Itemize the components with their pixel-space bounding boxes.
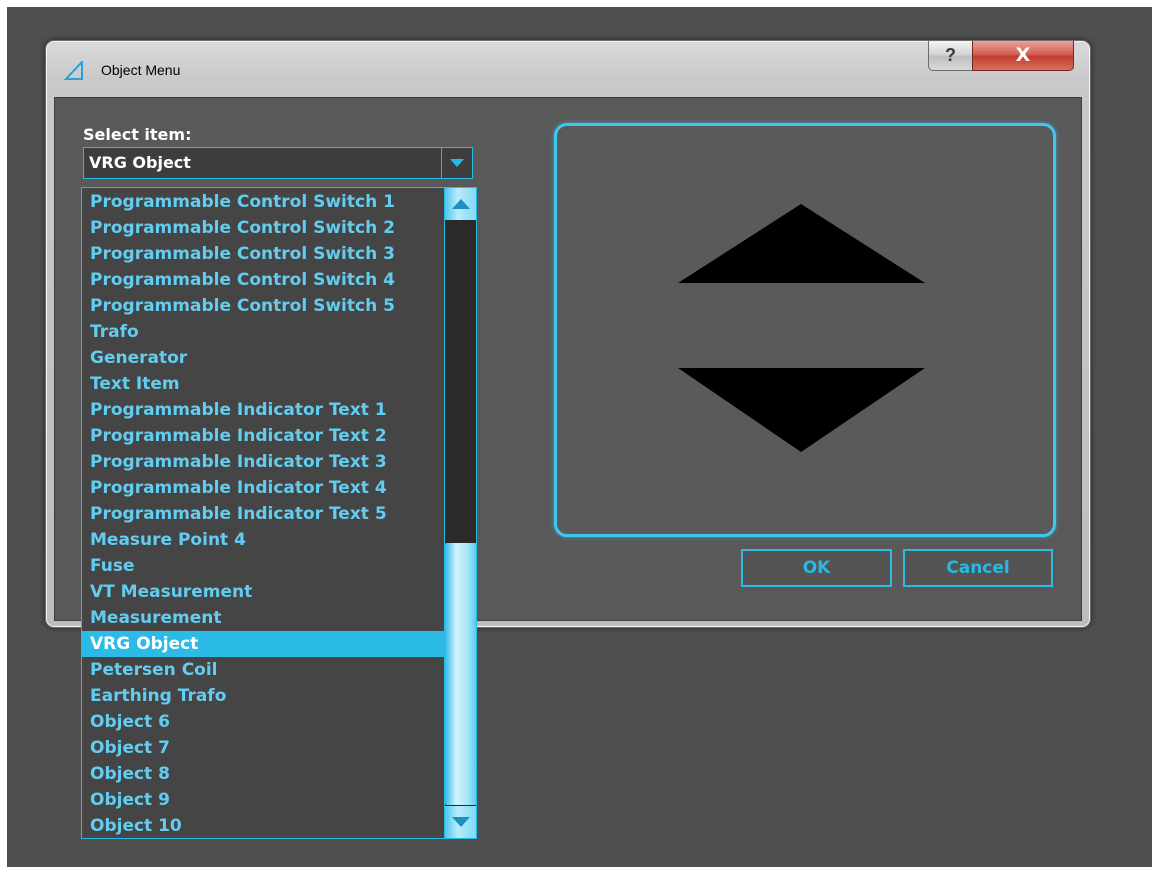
list-item[interactable]: Object 9 <box>82 787 444 813</box>
help-button[interactable]: ? <box>928 41 973 71</box>
list-scrollbar[interactable] <box>444 188 476 838</box>
list-item[interactable]: Measure Point 4 <box>82 527 444 553</box>
list-item[interactable]: Petersen Coil <box>82 657 444 683</box>
close-icon: X <box>1015 44 1031 66</box>
chevron-down-icon <box>450 159 464 167</box>
object-preview-panel <box>554 123 1056 537</box>
list-item[interactable]: Object 7 <box>82 735 444 761</box>
list-item[interactable]: Generator <box>82 345 444 371</box>
cancel-button[interactable]: Cancel <box>903 549 1053 587</box>
window-title: Object Menu <box>101 62 181 78</box>
list-item[interactable]: Programmable Control Switch 1 <box>82 189 444 215</box>
scroll-down-arrow-icon <box>452 817 470 827</box>
select-item-dropdown[interactable]: VRG Object <box>83 147 473 179</box>
close-button[interactable]: X <box>972 41 1074 71</box>
scroll-thumb[interactable] <box>445 543 476 805</box>
list-item[interactable]: Programmable Control Switch 3 <box>82 241 444 267</box>
list-item[interactable]: Programmable Indicator Text 1 <box>82 397 444 423</box>
list-item[interactable]: Programmable Control Switch 2 <box>82 215 444 241</box>
list-item[interactable]: Programmable Indicator Text 2 <box>82 423 444 449</box>
dropdown-toggle[interactable] <box>441 148 472 178</box>
help-icon: ? <box>945 45 956 65</box>
list-item[interactable]: Programmable Control Switch 5 <box>82 293 444 319</box>
list-item[interactable]: Programmable Indicator Text 3 <box>82 449 444 475</box>
scroll-up-arrow-icon <box>452 199 470 209</box>
select-item-value: VRG Object <box>89 153 191 172</box>
list-item[interactable]: Trafo <box>82 319 444 345</box>
list-item[interactable]: Measurement <box>82 605 444 631</box>
list-item[interactable]: Text Item <box>82 371 444 397</box>
list-item[interactable]: Programmable Control Switch 4 <box>82 267 444 293</box>
list-item[interactable]: Earthing Trafo <box>82 683 444 709</box>
list-item[interactable]: VRG Object <box>82 631 444 657</box>
dropdown-list: Programmable Control Switch 1 Programmabl… <box>81 187 477 839</box>
list-item[interactable]: Programmable Indicator Text 4 <box>82 475 444 501</box>
list-item[interactable]: Object 8 <box>82 761 444 787</box>
scroll-down-button[interactable] <box>445 806 476 838</box>
list-item[interactable]: Object 10 <box>82 813 444 838</box>
list-item[interactable]: Programmable Indicator Text 5 <box>82 501 444 527</box>
scroll-up-button[interactable] <box>445 188 476 220</box>
list-item[interactable]: VT Measurement <box>82 579 444 605</box>
list-item[interactable]: Fuse <box>82 553 444 579</box>
ok-button[interactable]: OK <box>741 549 892 587</box>
arrow-up-triangle-icon <box>678 204 925 283</box>
arrow-down-triangle-icon <box>678 368 925 452</box>
list-item[interactable]: Object 6 <box>82 709 444 735</box>
app-triangle-icon <box>63 59 86 81</box>
select-item-label: Select item: <box>83 125 192 144</box>
